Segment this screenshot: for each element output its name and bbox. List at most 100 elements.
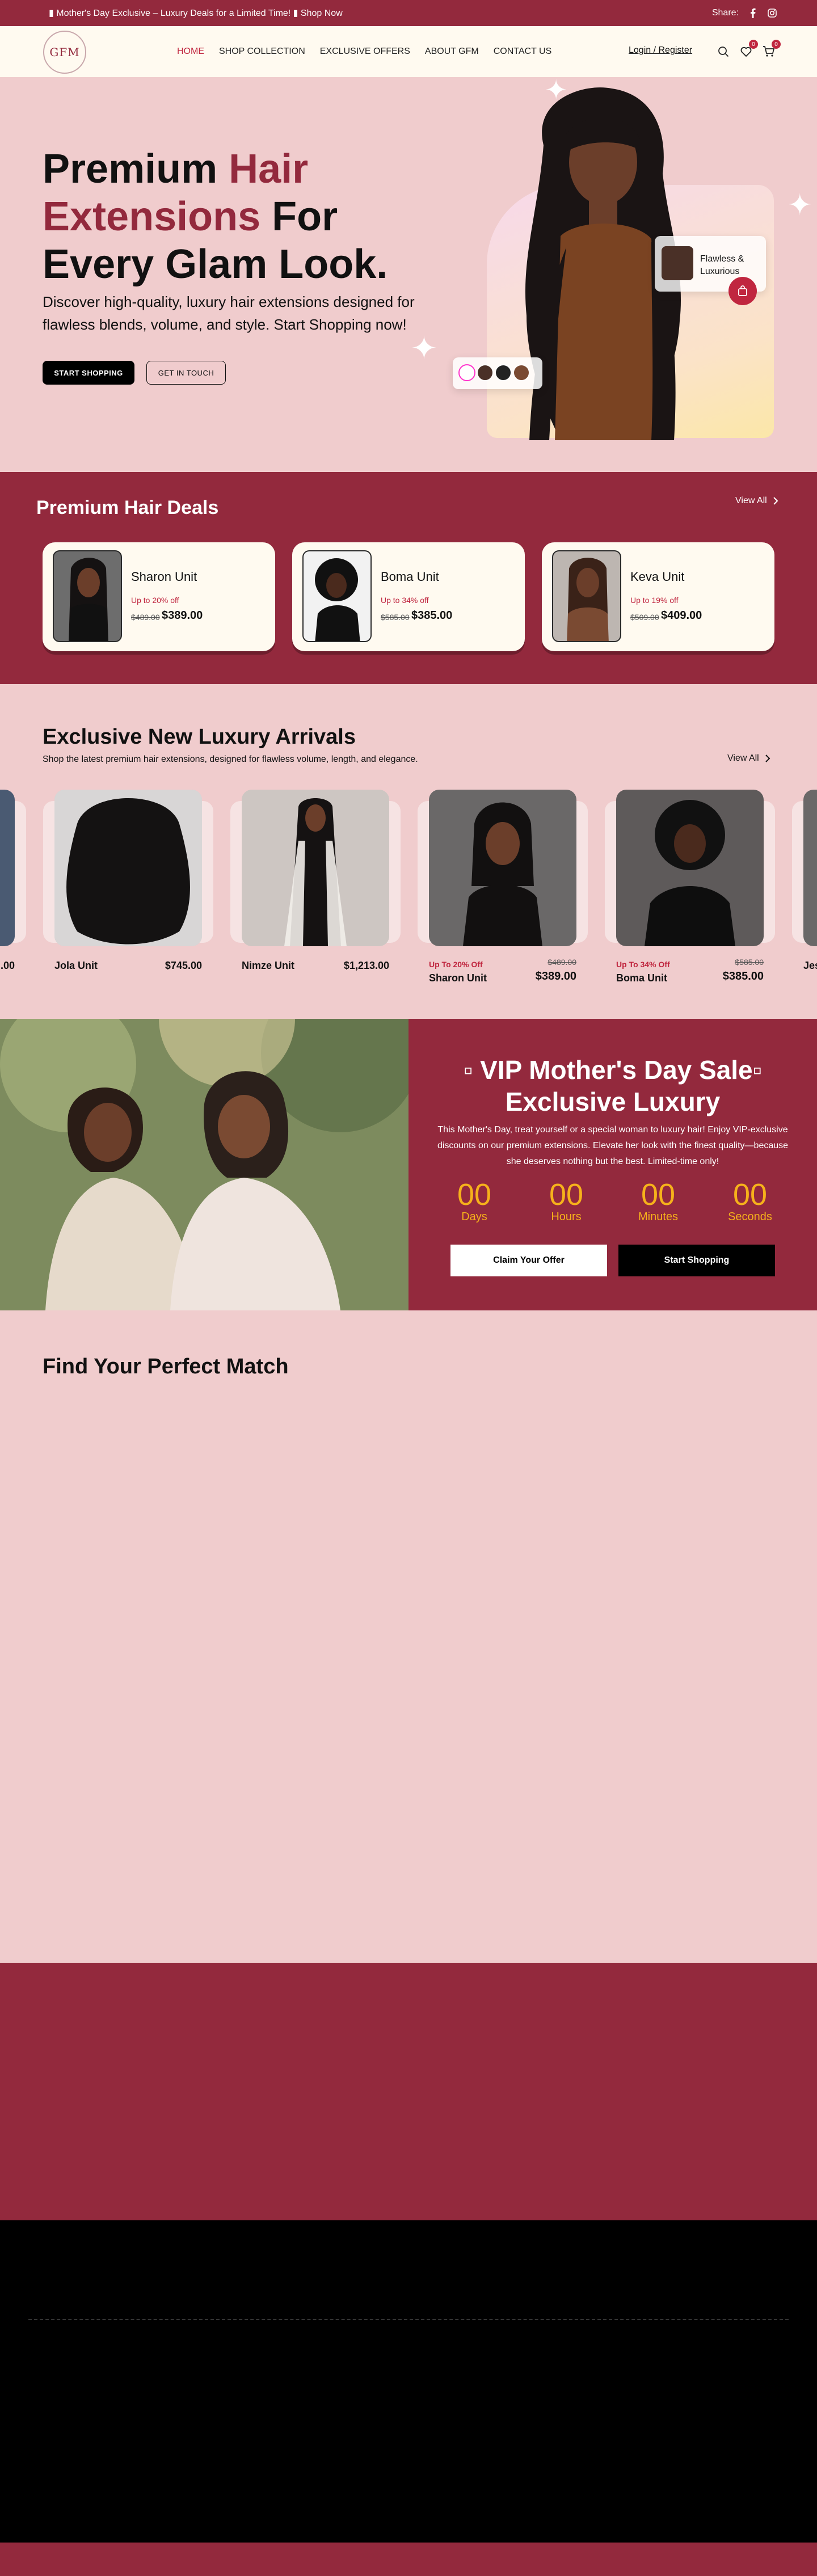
arrival-card[interactable]: Jola Unit $745.00 [43,790,213,994]
vip-sale-section: ▫ VIP Mother's Day Sale▫ Exclusive Luxur… [0,1019,817,1310]
deal-old-price: $509.00 [630,613,659,622]
shopping-bag-icon[interactable] [728,277,757,305]
deal-card[interactable]: Keva Unit Up to 19% off $509.00 $409.00 [542,542,774,651]
product-name: Jes [803,960,817,971]
countdown-label: Days [461,1211,487,1223]
hero-title-accent1: Hair [229,146,309,192]
deal-discount: Up to 20% off [131,596,179,605]
wishlist-icon[interactable]: 0 [739,40,758,59]
product-discount: Up To 34% Off [616,960,670,969]
arrivals-description: Shop the latest premium hair extensions,… [43,754,418,764]
hero-card-thumbnail [662,246,693,280]
claim-offer-button[interactable]: Claim Your Offer [450,1245,607,1276]
product-image [53,550,122,642]
product-image [302,550,372,642]
deal-card[interactable]: Sharon Unit Up to 20% off $489.00 $389.0… [43,542,275,651]
product-price: $385.00 [722,970,764,983]
deals-title: Premium Hair Deals [36,497,219,518]
product-image [616,790,764,946]
premium-deals-section: Premium Hair Deals View All Sharon Unit … [0,472,817,684]
deal-price: $389.00 [162,609,203,622]
hero-subtitle: Discover high-quality, luxury hair exten… [43,293,415,333]
instagram-icon[interactable] [767,8,777,18]
avatar [495,364,512,381]
product-discount: Up To 20% Off [429,960,483,969]
countdown-value: 00 [641,1178,676,1212]
deal-name: Boma Unit [381,570,439,584]
countdown-minutes: 00 Minutes [630,1179,687,1224]
deal-old-price: $489.00 [131,613,160,622]
countdown-days: 00 Days [446,1179,503,1224]
footer-divider [28,2319,789,2320]
arrival-card[interactable]: Up To 20% Off $489.00 Sharon Unit $389.0… [418,790,588,994]
hero-title-part2: For [260,194,338,239]
countdown-label: Minutes [638,1211,679,1223]
chevron-right-icon [773,497,778,505]
logo-text: GFM [49,45,80,59]
cart-count: 0 [772,40,781,49]
arrivals-title: Exclusive New Luxury Arrivals [43,725,356,749]
arrival-card[interactable]: .00 [0,790,26,994]
countdown-label: Seconds [728,1211,772,1223]
nav-menu: HOME SHOP COLLECTION EXCLUSIVE OFFERS AB… [177,26,551,77]
announcement-text[interactable]: ▮ Mother's Day Exclusive – Luxury Deals … [49,7,343,19]
hero-floating-card: Flawless & Luxurious [655,236,766,305]
nav-item-shop-collection[interactable]: SHOP COLLECTION [219,47,305,57]
product-price: $1,213.00 [343,960,389,971]
brand-logo[interactable]: GFM [43,31,86,74]
arrival-card[interactable]: Up To 34% Off $585.00 Boma Unit $385.00 [605,790,775,994]
hero-card-line1: Flawless & [700,254,744,264]
deal-name: Keva Unit [630,570,685,584]
product-name: Sharon Unit [429,972,487,984]
footer-bottom-bar [0,2543,817,2576]
vip-description: This Mother's Day, treat yourself or a s… [437,1125,789,1166]
match-title: Find Your Perfect Match [43,1355,289,1378]
deal-discount: Up to 19% off [630,596,679,605]
new-arrivals-section: Exclusive New Luxury Arrivals Shop the l… [0,684,817,1019]
product-price: $745.00 [165,960,202,971]
deal-price: $385.00 [411,609,453,622]
vip-title-line1: ▫ VIP Mother's Day Sale▫ [464,1055,762,1085]
deal-price: $409.00 [661,609,702,622]
countdown-label: Hours [551,1211,582,1223]
share-label: Share: [711,8,739,18]
facebook-icon[interactable] [748,8,758,18]
cart-icon[interactable]: 0 [761,40,781,59]
main-nav: GFM HOME SHOP COLLECTION EXCLUSIVE OFFER… [0,26,817,77]
footer [0,2220,817,2543]
product-name: Jola Unit [54,960,98,971]
vip-title-line2: Exclusive Luxury [505,1087,721,1116]
get-in-touch-button[interactable]: GET IN TOUCH [146,361,226,385]
product-name: Boma Unit [616,972,667,984]
sparkle-icon: ✦ [545,75,568,106]
login-register-link[interactable]: Login / Register [629,45,692,56]
vip-start-shopping-button[interactable]: Start Shopping [618,1245,775,1276]
hero-title-part1: Premium [43,146,229,192]
start-shopping-button[interactable]: START SHOPPING [43,361,134,385]
nav-item-about[interactable]: ABOUT GFM [425,47,479,57]
nav-item-exclusive-offers[interactable]: EXCLUSIVE OFFERS [320,47,410,57]
deals-view-all-label: View All [735,496,767,505]
deals-view-all-link[interactable]: View All [735,496,778,506]
perfect-match-section: Find Your Perfect Match [0,1310,817,1963]
arrival-card[interactable]: Nimze Unit $1,213.00 [230,790,401,994]
product-image [552,550,621,642]
sparkle-icon: ✦ [411,330,437,366]
arrival-card[interactable]: Jes [792,790,817,994]
product-price: $389.00 [535,970,576,983]
nav-item-home[interactable]: HOME [177,47,204,57]
product-image [54,790,202,946]
product-image [803,790,817,946]
deal-old-price: $585.00 [381,613,410,622]
product-old-price: $489.00 [548,958,576,967]
search-icon[interactable] [716,44,731,59]
deal-card[interactable]: Boma Unit Up to 34% off $585.00 $385.00 [292,542,525,651]
hero-card-text: Flawless & Luxurious [700,253,744,278]
arrivals-view-all-link[interactable]: View All [727,753,770,764]
countdown-value: 00 [457,1178,492,1212]
deal-name: Sharon Unit [131,570,197,584]
heart-icon [458,364,475,381]
deal-discount: Up to 34% off [381,596,429,605]
nav-item-contact[interactable]: CONTACT US [494,47,552,57]
wishlist-count: 0 [749,40,758,49]
